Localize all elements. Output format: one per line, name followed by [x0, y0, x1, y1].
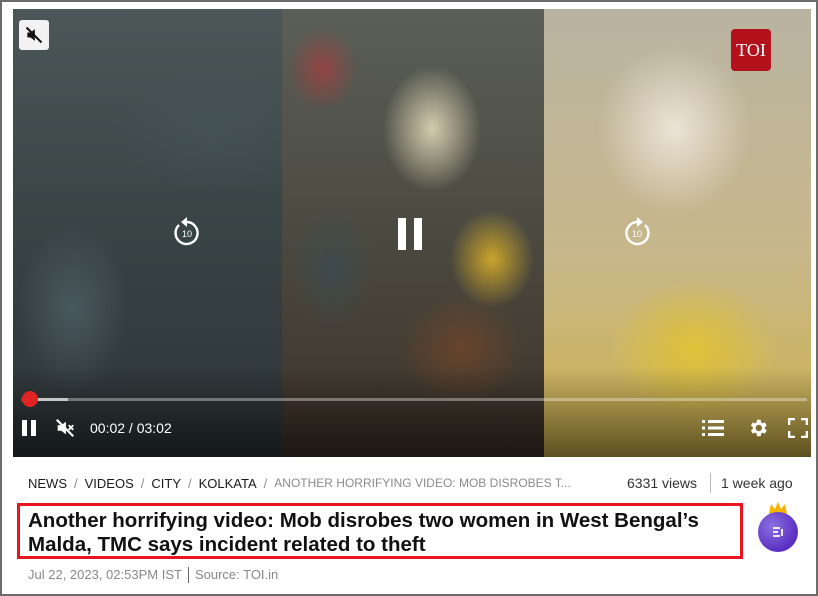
rewards-badge[interactable] [758, 512, 798, 552]
rewind-10-button[interactable]: 10 [170, 216, 204, 250]
muted-speaker-icon [55, 418, 75, 438]
breadcrumb-news[interactable]: NEWS [28, 476, 67, 491]
published-date: Jul 22, 2023, 02:53PM IST [28, 567, 182, 582]
progress-bar[interactable] [21, 398, 807, 401]
breadcrumb-separator: / [263, 475, 268, 491]
breadcrumb-videos[interactable]: VIDEOS [85, 476, 134, 491]
toi-logo: TOI [731, 29, 771, 71]
forward-10-button[interactable]: 10 [620, 216, 654, 250]
breadcrumb-separator: / [140, 475, 145, 491]
playlist-icon [702, 420, 724, 436]
unmute-button[interactable] [19, 20, 49, 50]
breadcrumb-separator: / [74, 475, 78, 491]
pause-icon [398, 218, 422, 250]
fullscreen-icon [788, 418, 808, 438]
playlist-button[interactable] [701, 417, 725, 439]
settings-button[interactable] [746, 417, 770, 439]
published-ago: 1 week ago [721, 475, 793, 491]
breadcrumb-kolkata[interactable]: KOLKATA [199, 476, 257, 491]
fullscreen-button[interactable] [787, 417, 809, 439]
forward-seconds: 10 [632, 229, 642, 239]
forward-10-icon: 10 [625, 217, 650, 246]
breadcrumb-current: ANOTHER HORRIFYING VIDEO: MOB DISROBES T… [274, 476, 571, 490]
video-player[interactable]: TOI 10 10 00:02 / 03:02 [13, 9, 811, 457]
breadcrumb: NEWS / VIDEOS / CITY / KOLKATA / ANOTHER… [28, 474, 571, 492]
source-label: Source: TOI.in [194, 567, 279, 582]
breadcrumb-separator: / [188, 475, 192, 491]
page-title: Another horrifying video: Mob disrobes t… [28, 509, 699, 556]
muted-speaker-icon [25, 26, 43, 44]
rewards-icon [773, 527, 783, 537]
pause-button[interactable] [19, 417, 39, 439]
progress-scrubber[interactable] [21, 391, 38, 407]
headline-highlight-box: Another horrifying video: Mob disrobes t… [17, 503, 743, 559]
mute-toggle-button[interactable] [53, 417, 77, 439]
date-divider [187, 567, 189, 583]
pause-icon [22, 420, 36, 436]
page-frame: TOI 10 10 00:02 / 03:02 NEWS / VIDEOS / … [0, 0, 818, 596]
meta-divider [710, 473, 711, 493]
controls-shade [13, 367, 811, 457]
center-pause-button[interactable] [393, 215, 427, 253]
rewind-10-icon: 10 [174, 217, 199, 246]
time-display: 00:02 / 03:02 [90, 420, 172, 436]
rewind-seconds: 10 [182, 229, 192, 239]
dateline: Jul 22, 2023, 02:53PM IST Source: TOI.in [28, 567, 278, 583]
gear-icon [750, 419, 767, 437]
view-count: 6331 views [627, 475, 698, 491]
breadcrumb-city[interactable]: CITY [151, 476, 181, 491]
